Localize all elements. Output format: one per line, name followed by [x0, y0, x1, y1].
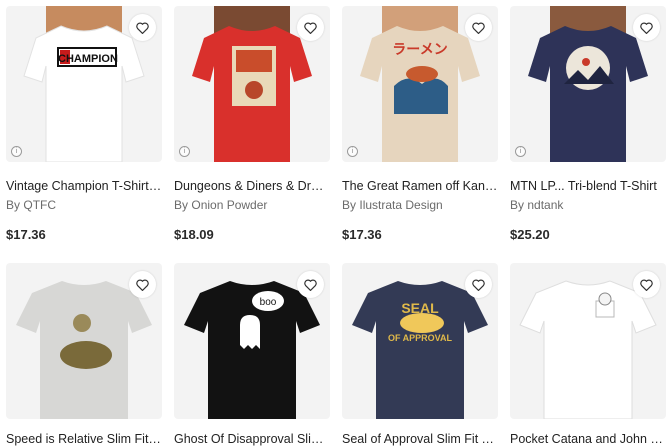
product-image[interactable] [510, 263, 666, 419]
favorite-button[interactable] [465, 271, 492, 298]
favorite-button[interactable] [129, 14, 156, 41]
product-title[interactable]: Dungeons & Diners & Drag... [174, 179, 330, 193]
heart-icon [640, 22, 653, 34]
product-image[interactable]: ラーメン i [342, 6, 498, 162]
product-image[interactable]: CHAMPION i [6, 6, 162, 162]
favorite-button[interactable] [297, 14, 324, 41]
product-image[interactable] [6, 263, 162, 419]
favorite-button[interactable] [297, 271, 324, 298]
favorite-button[interactable] [633, 14, 660, 41]
favorite-button[interactable] [465, 14, 492, 41]
product-image[interactable]: boo [174, 263, 330, 419]
product-price: $17.36 [6, 227, 46, 242]
info-icon[interactable]: i [515, 146, 526, 157]
svg-text:CHAMPION: CHAMPION [58, 53, 118, 65]
favorite-button[interactable] [129, 271, 156, 298]
product-price: $17.36 [342, 227, 382, 242]
heart-icon [136, 22, 149, 34]
product-artist[interactable]: By Onion Powder [174, 198, 267, 212]
heart-icon [640, 279, 653, 291]
heart-icon [472, 22, 485, 34]
product-title[interactable]: The Great Ramen off Kana... [342, 179, 498, 193]
info-icon[interactable]: i [179, 146, 190, 157]
heart-icon [304, 22, 317, 34]
product-artist[interactable]: By QTFC [6, 198, 56, 212]
heart-icon [136, 279, 149, 291]
svg-text:boo: boo [260, 297, 277, 308]
svg-text:OF APPROVAL: OF APPROVAL [388, 333, 453, 343]
product-image[interactable]: SEAL OF APPROVAL [342, 263, 498, 419]
product-artist[interactable]: By ndtank [510, 198, 563, 212]
product-image[interactable]: i [510, 6, 666, 162]
product-price: $18.09 [174, 227, 214, 242]
heart-icon [304, 279, 317, 291]
heart-icon [472, 279, 485, 291]
info-icon[interactable]: i [11, 146, 22, 157]
product-image[interactable]: i [174, 6, 330, 162]
svg-text:ラーメン: ラーメン [392, 42, 447, 58]
product-title[interactable]: Vintage Champion T-Shirt ... [6, 179, 162, 193]
info-icon[interactable]: i [347, 146, 358, 157]
product-title[interactable]: MTN LP... Tri-blend T-Shirt [510, 179, 666, 193]
product-price: $25.20 [510, 227, 550, 242]
favorite-button[interactable] [633, 271, 660, 298]
product-artist[interactable]: By Ilustrata Design [342, 198, 443, 212]
